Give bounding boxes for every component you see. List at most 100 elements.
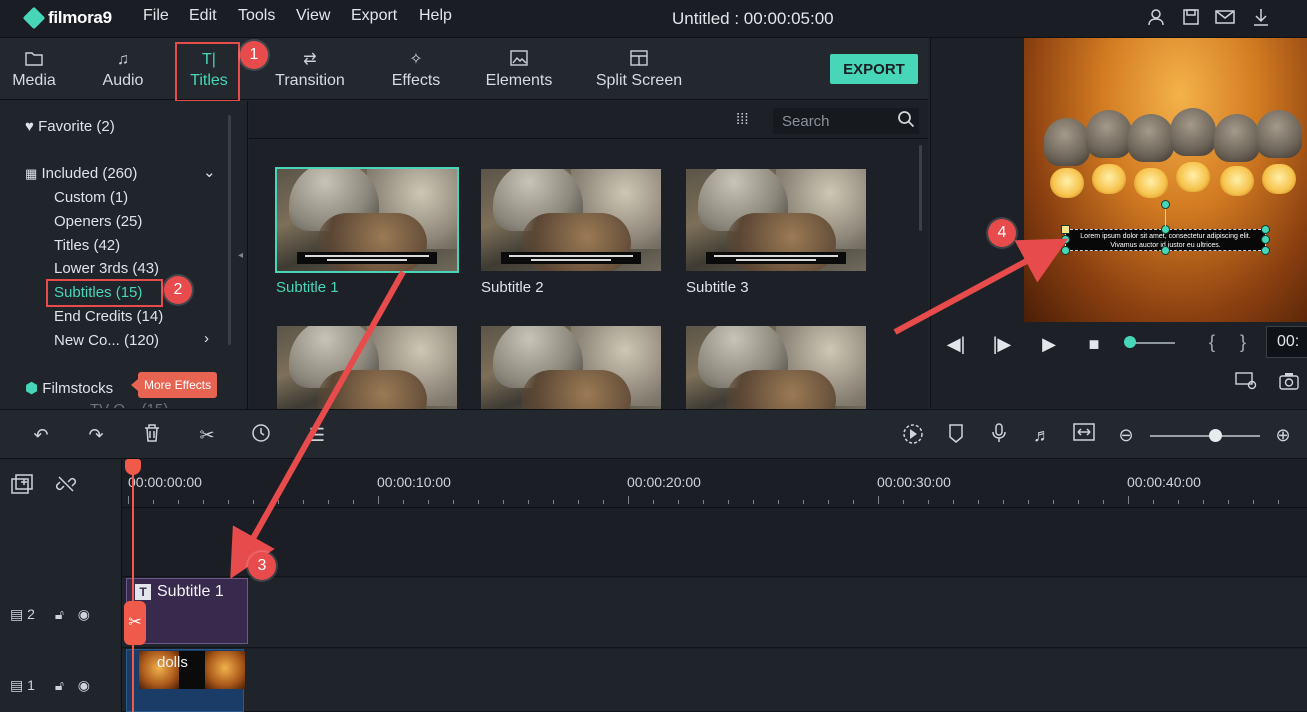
tab-elements-label: Elements — [485, 72, 553, 89]
timeline-ruler[interactable]: 00:00:00:00 00:00:10:00 00:00:20:00 00:0… — [122, 460, 1307, 508]
lock-icon[interactable]: 🔓︎ — [55, 606, 64, 622]
resize-handle[interactable] — [1061, 235, 1070, 244]
grid-view-icon[interactable]: ⁞⁞⁞ — [736, 111, 749, 128]
tab-audio[interactable]: ♫ Audio — [100, 38, 146, 100]
next-frame-icon[interactable]: |▶ — [991, 334, 1013, 355]
cut-icon[interactable]: ✂ — [195, 423, 219, 447]
render-icon[interactable] — [901, 423, 925, 447]
lock-icon[interactable]: 🔓︎ — [55, 677, 64, 693]
display-settings-icon[interactable] — [1235, 372, 1257, 395]
resize-handle[interactable] — [1061, 246, 1070, 255]
category-cut-off[interactable]: TV Q... (15) — [90, 401, 168, 408]
zoom-in-icon[interactable]: ⊕ — [1271, 423, 1295, 447]
menu-edit[interactable]: Edit — [189, 7, 217, 25]
resize-handle[interactable] — [1161, 246, 1170, 255]
category-end-credits[interactable]: End Credits (14) — [54, 308, 163, 325]
play-icon[interactable]: ▶ — [1038, 334, 1060, 355]
chevron-right-icon[interactable]: › — [204, 330, 209, 347]
menu-help[interactable]: Help — [419, 7, 452, 25]
tab-elements[interactable]: Elements — [484, 38, 554, 100]
mail-icon[interactable] — [1215, 8, 1235, 28]
timecode-field[interactable]: 00: — [1266, 326, 1307, 358]
search-icon[interactable] — [897, 110, 915, 133]
category-lower-3rds[interactable]: Lower 3rds (43) — [54, 260, 159, 277]
track-2-number: 2 — [27, 606, 35, 622]
export-button[interactable]: EXPORT — [830, 54, 918, 84]
snapshot-icon[interactable] — [1279, 372, 1299, 395]
delete-icon[interactable] — [140, 423, 164, 447]
resize-handle[interactable] — [1261, 225, 1270, 234]
collapse-panel-icon[interactable]: ◂ — [238, 250, 243, 261]
grid-icon: ▦ — [25, 166, 38, 181]
preview-video[interactable]: Lorem ipsum dolor sit amet, consectetur … — [1024, 38, 1307, 322]
category-titles[interactable]: Titles (42) — [54, 237, 120, 254]
video-clip[interactable]: dolls — [126, 649, 245, 712]
category-favorite[interactable]: ♥ Favorite (2) — [25, 118, 115, 135]
menu-export[interactable]: Export — [351, 7, 397, 25]
glow-bulb — [1050, 168, 1084, 198]
microphone-icon[interactable] — [987, 423, 1011, 447]
zoom-out-icon[interactable]: ⊖ — [1114, 423, 1138, 447]
audio-mixer-icon[interactable]: ♬ — [1030, 423, 1054, 447]
track-1-lane[interactable] — [122, 649, 1307, 712]
tab-split-screen[interactable]: Split Screen — [594, 38, 684, 100]
unlink-icon[interactable] — [55, 474, 77, 499]
ruler-tick — [1278, 500, 1279, 504]
marker-icon[interactable] — [944, 423, 968, 447]
adjust-icon[interactable]: ☰ — [305, 423, 329, 447]
rotate-handle[interactable] — [1161, 200, 1170, 209]
tab-effects[interactable]: ✧ Effects — [390, 38, 442, 100]
title-thumbnail[interactable] — [686, 326, 866, 409]
library-scrollbar[interactable] — [919, 145, 922, 231]
ruler-tick — [803, 500, 804, 504]
category-filmstocks[interactable]: ⬢ Filmstocks — [25, 379, 113, 397]
category-included[interactable]: ▦ Included (260) — [25, 165, 137, 182]
more-effects-tag[interactable]: More Effects — [130, 372, 218, 398]
category-openers[interactable]: Openers (25) — [54, 213, 142, 230]
redo-icon[interactable]: ↷ — [84, 423, 108, 447]
zoom-slider-knob[interactable] — [1209, 429, 1222, 442]
tab-transition[interactable]: ⇄ Transition — [272, 38, 348, 100]
zoom-slider-track[interactable] — [1150, 435, 1260, 437]
eye-icon[interactable]: ◉ — [78, 606, 90, 622]
title-thumbnail[interactable] — [481, 169, 661, 271]
mark-in-out-icon[interactable]: { } — [1209, 332, 1256, 353]
playhead[interactable] — [132, 462, 134, 712]
eye-icon[interactable]: ◉ — [78, 677, 90, 693]
category-custom[interactable]: Custom (1) — [54, 189, 128, 206]
save-icon[interactable] — [1181, 8, 1201, 28]
speed-icon[interactable] — [249, 423, 273, 447]
resize-handle[interactable] — [1261, 246, 1270, 255]
download-icon[interactable] — [1251, 8, 1271, 28]
category-new-content[interactable]: New Co... (120) — [54, 332, 159, 349]
previous-frame-icon[interactable]: ◀| — [945, 334, 967, 355]
title-thumbnail[interactable] — [481, 326, 661, 409]
title-thumbnail[interactable] — [277, 326, 457, 409]
user-icon[interactable] — [1146, 8, 1166, 28]
resize-handle[interactable] — [1261, 235, 1270, 244]
add-track-icon[interactable] — [11, 474, 35, 501]
glow-bulb — [1220, 166, 1254, 196]
undo-icon[interactable]: ↶ — [29, 423, 53, 447]
title-thumbnail[interactable] — [686, 169, 866, 271]
track-2-lane[interactable] — [122, 578, 1307, 648]
empty-track-area — [122, 509, 1307, 577]
ruler-tick — [503, 500, 504, 504]
menu-file[interactable]: File — [143, 7, 169, 25]
menu-tools[interactable]: Tools — [238, 7, 275, 25]
ruler-label: 00:00:20:00 — [627, 474, 701, 490]
resize-handle[interactable] — [1061, 225, 1070, 234]
menu-view[interactable]: View — [296, 7, 330, 25]
ruler-tick — [1028, 500, 1029, 504]
resize-handle[interactable] — [1161, 225, 1170, 234]
playhead-handle[interactable] — [125, 459, 141, 475]
tab-media[interactable]: Media — [10, 38, 58, 100]
playback-progress-knob[interactable] — [1124, 336, 1136, 348]
chevron-down-icon[interactable]: ⌄ — [203, 163, 216, 181]
title-thumbnail[interactable] — [275, 167, 459, 273]
stop-icon[interactable]: ■ — [1083, 334, 1105, 355]
categories-scrollbar[interactable] — [228, 115, 231, 345]
video-clip-name: dolls — [157, 654, 188, 671]
split-scissors-icon[interactable]: ✂ — [124, 601, 146, 645]
fit-timeline-icon[interactable] — [1072, 423, 1096, 447]
